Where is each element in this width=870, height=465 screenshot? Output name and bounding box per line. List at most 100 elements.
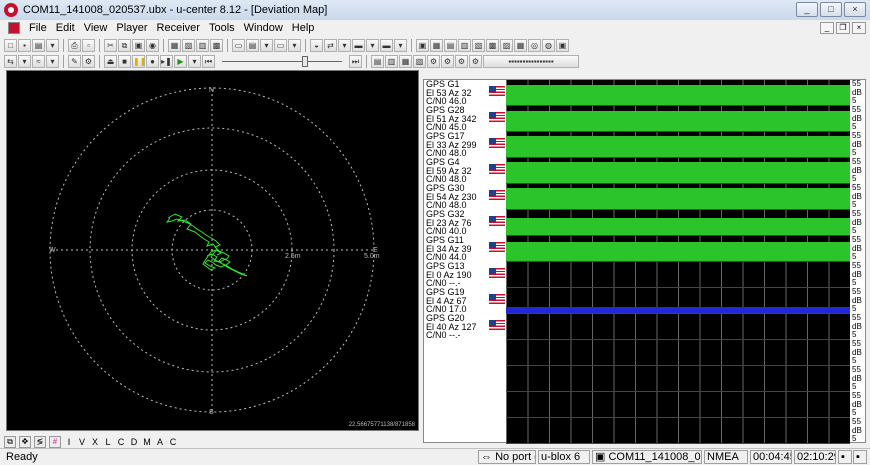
menu-help[interactable]: Help	[292, 22, 315, 34]
gear-b-icon[interactable]: ⚙	[441, 55, 454, 68]
menu-player[interactable]: Player	[116, 22, 147, 34]
deviation-map-icon[interactable]: ◎	[528, 39, 541, 52]
north-label: N	[209, 87, 214, 94]
filter-button-d[interactable]: D	[129, 437, 139, 447]
menu-view[interactable]: View	[84, 22, 108, 34]
toolbar-separator	[99, 39, 100, 52]
autobaud-dropdown-icon[interactable]: ▾	[394, 39, 407, 52]
maximize-button[interactable]: □	[820, 2, 842, 17]
text-mark-4-icon[interactable]: ▧	[413, 55, 426, 68]
window-icon[interactable]: ▭	[232, 39, 245, 52]
filter-button-c2[interactable]: C	[168, 437, 178, 447]
rewind-start-icon[interactable]: ⏮	[202, 55, 215, 68]
toolbar-separator	[411, 39, 412, 52]
document-icon[interactable]	[8, 22, 20, 34]
tile-icon[interactable]: ▥	[196, 39, 209, 52]
minimize-button[interactable]: _	[796, 2, 818, 17]
satellite-row: GPS G11 El 34 Az 39 C/N0 44.0 55 dB 5	[424, 236, 867, 262]
receiver-icon[interactable]: ◒	[310, 39, 323, 52]
gear-d-icon[interactable]: ⚙	[469, 55, 482, 68]
menu-tools[interactable]: Tools	[209, 22, 235, 34]
filter-button-i[interactable]: I	[64, 437, 74, 447]
baudrate-icon[interactable]: ▬	[352, 39, 365, 52]
filter-button-x[interactable]: X	[90, 437, 100, 447]
window-list-icon[interactable]: ▤	[246, 39, 259, 52]
stop-icon[interactable]: ■	[118, 55, 131, 68]
step-forward-icon[interactable]: ▸❚	[160, 55, 173, 68]
connect-icon[interactable]: ⇄	[324, 39, 337, 52]
connection-icon[interactable]: ⇆	[4, 55, 17, 68]
wizard-icon[interactable]: ✎	[68, 55, 81, 68]
messages-view-icon[interactable]: ▥	[458, 39, 471, 52]
gear-c-icon[interactable]: ⚙	[455, 55, 468, 68]
gear-a-icon[interactable]: ⚙	[427, 55, 440, 68]
text-mark-3-icon[interactable]: ▦	[399, 55, 412, 68]
save-icon[interactable]: ▪	[18, 39, 31, 52]
menu-edit[interactable]: Edit	[56, 22, 75, 34]
copy-icon[interactable]: ⧉	[118, 39, 131, 52]
forward-end-icon[interactable]: ⏭	[349, 55, 362, 68]
map-view-icon[interactable]: ▨	[500, 39, 513, 52]
play-icon[interactable]: ▶	[174, 55, 187, 68]
connection-dropdown-icon[interactable]: ▾	[18, 55, 31, 68]
new-file-icon[interactable]: □	[4, 39, 17, 52]
packet-console-icon[interactable]: ▣	[416, 39, 429, 52]
satellite-label: GPS G11 El 34 Az 39 C/N0 44.0	[426, 236, 488, 262]
window-alt-icon[interactable]: ▭	[274, 39, 287, 52]
signal-scale: 55 dB 5	[852, 392, 866, 418]
filter-button-l[interactable]: L	[103, 437, 113, 447]
satellite-label: GPS G20 El 40 Az 127 C/N0 --.-	[426, 314, 488, 340]
pause-icon[interactable]: ❚❚	[132, 55, 145, 68]
cut-icon[interactable]: ✂	[104, 39, 117, 52]
record-icon[interactable]: ●	[146, 55, 159, 68]
baudrate-dropdown-icon[interactable]: ▾	[366, 39, 379, 52]
open-folder-icon[interactable]: ▤	[32, 39, 45, 52]
zoom-icon[interactable]: ≶	[34, 435, 46, 448]
menu-receiver[interactable]: Receiver	[157, 22, 200, 34]
mdi-minimize-button[interactable]: _	[820, 22, 834, 34]
menu-window[interactable]: Window	[244, 22, 283, 34]
menu-file[interactable]: File	[29, 22, 47, 34]
text-mark-icon[interactable]: ▤	[371, 55, 384, 68]
print-icon[interactable]: ⎙	[68, 39, 81, 52]
dropdown-arrow-icon[interactable]: ▾	[46, 39, 59, 52]
satellite-row: GPS G32 El 23 Az 76 C/N0 40.0 55 dB 5	[424, 210, 867, 236]
text-mark-2-icon[interactable]: ▥	[385, 55, 398, 68]
settings-icon[interactable]: ⚙	[82, 55, 95, 68]
baud-dropdown-icon[interactable]: ▾	[46, 55, 59, 68]
find-icon[interactable]: ◉	[146, 39, 159, 52]
text-console-icon[interactable]: ▤	[444, 39, 457, 52]
deviation-map[interactable]: N S W E 2.5m 5.0m 22.56675771138/871858	[6, 70, 419, 431]
playback-slider[interactable]	[222, 55, 342, 68]
mdi-restore-button[interactable]: ❐	[836, 22, 850, 34]
copy-view-icon[interactable]: ⧉	[4, 435, 16, 448]
paste-icon[interactable]: ▣	[132, 39, 145, 52]
binary-console-icon[interactable]: ▦	[430, 39, 443, 52]
table-view-icon[interactable]: ▩	[486, 39, 499, 52]
camera-icon[interactable]: ▣	[556, 39, 569, 52]
filter-button-m[interactable]: M	[142, 437, 152, 447]
statistic-view-icon[interactable]: ▧	[472, 39, 485, 52]
grid-icon[interactable]: ▩	[210, 39, 223, 52]
eject-icon[interactable]: ⏏	[104, 55, 117, 68]
grid-toggle-icon[interactable]: #	[49, 435, 61, 448]
signal-bar	[506, 314, 850, 340]
baud-icon[interactable]: ≈	[32, 55, 45, 68]
autobaud-icon[interactable]: ▬	[380, 39, 393, 52]
unlock-icon[interactable]: ▧	[182, 39, 195, 52]
close-button[interactable]: ×	[844, 2, 866, 17]
sky-view-icon[interactable]: ◍	[542, 39, 555, 52]
play-dropdown-icon[interactable]: ▾	[188, 55, 201, 68]
print-preview-icon[interactable]: ▫	[82, 39, 95, 52]
chart-view-icon[interactable]: ▦	[514, 39, 527, 52]
filter-button-c[interactable]: C	[116, 437, 126, 447]
playback-slider-thumb[interactable]	[302, 56, 308, 67]
mdi-close-button[interactable]: ×	[852, 22, 866, 34]
filter-button-a[interactable]: A	[155, 437, 165, 447]
lock-icon[interactable]: ▦	[168, 39, 181, 52]
crosshair-icon[interactable]: ✥	[19, 435, 31, 448]
connect-dropdown-icon[interactable]: ▾	[338, 39, 351, 52]
filter-button-v[interactable]: V	[77, 437, 87, 447]
window-dropdown-icon[interactable]: ▾	[260, 39, 273, 52]
window-alt-dropdown-icon[interactable]: ▾	[288, 39, 301, 52]
